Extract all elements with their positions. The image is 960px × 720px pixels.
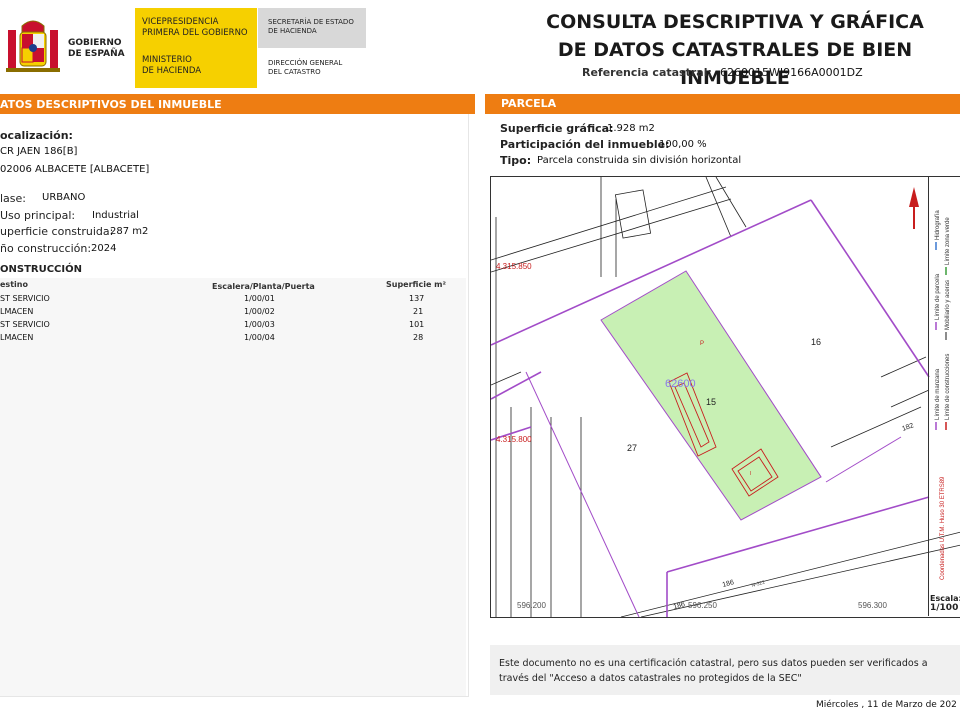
cell-destino: LMACEN: [0, 307, 34, 316]
uso-principal-value: Industrial: [92, 210, 139, 221]
ministerio-text: MINISTERIO DE HACIENDA: [142, 55, 202, 76]
document-date: Miércoles , 11 de Marzo de 202: [816, 700, 957, 710]
cell-escalera: 1/00/02: [244, 307, 275, 316]
cell-destino: LMACEN: [0, 333, 34, 342]
col-escalera: Escalera/Planta/Puerta: [212, 282, 315, 291]
map-legend: Hidrografía Límite zona verde Límite de …: [930, 180, 958, 590]
parcel-27-label: 27: [627, 443, 637, 453]
parcela-title: PARCELA: [501, 97, 557, 110]
cell-escalera: 1/00/03: [244, 320, 275, 329]
legend-coordenadas: Coordenadas U.T.M. Huso 30 ETRS89: [940, 476, 946, 580]
construccion-table: estino Escalera/Planta/Puerta Superficie…: [0, 278, 466, 696]
coord-x2: 596.250: [688, 601, 717, 610]
parcel-16-label: 16: [811, 337, 821, 347]
datos-descriptivos-title: ATOS DESCRIPTIVOS DEL INMUEBLE: [0, 98, 222, 111]
coord-y1: 4.315.850: [496, 262, 532, 271]
parcela-header: PARCELA: [485, 94, 960, 114]
street-number-186b: 186: [673, 601, 686, 611]
title-line-2: DE DATOS CATASTRALES DE BIEN INMUEBLE: [557, 39, 913, 89]
anio-construccion-value: 2024: [91, 243, 117, 254]
legend-limite-construcciones: Límite de construcciones: [945, 354, 951, 420]
legend-zona-verde: Límite zona verde: [945, 217, 951, 265]
label-p: P: [700, 341, 704, 347]
gobierno-espana-text: GOBIERNO DE ESPAÑA: [68, 38, 125, 59]
cell-superficie: 21: [413, 307, 424, 316]
legend-mobiliario: Mobiliario y aceras: [945, 280, 951, 330]
vicepresidencia-text: VICEPRESIDENCIA PRIMERA DEL GOBIERNO: [142, 17, 248, 38]
coat-of-arms-logo: [4, 12, 62, 78]
cell-escalera: 1/00/01: [244, 294, 275, 303]
legend-separator: [928, 176, 929, 616]
cell-escalera: 1/00/04: [244, 333, 275, 342]
cell-superficie: 28: [413, 333, 424, 342]
tipo-label: Tipo:: [500, 154, 532, 167]
street-number-182: 182: [901, 422, 914, 433]
participacion-label: Participación del inmueble:: [500, 138, 670, 151]
map-scale: Escala: 1/100: [930, 594, 960, 613]
superficie-construida-label: uperficie construida:: [0, 225, 114, 238]
coord-x1: 596.200: [517, 601, 546, 610]
ref-catastral-value: 6260015WJ9166A0001DZ: [720, 66, 863, 79]
datos-descriptivos-header: ATOS DESCRIPTIVOS DEL INMUEBLE: [0, 94, 475, 114]
label-nsv: N-322: [751, 580, 766, 589]
legend-limite-manzana: Límite de manzana: [935, 368, 941, 420]
direccion-general-text: DIRECCIÓN GENERAL DEL CATASTRO: [268, 59, 343, 76]
notice-box: Este documento no es una certificación c…: [490, 645, 960, 695]
uso-principal-label: Uso principal:: [0, 209, 76, 222]
superficie-grafica-label: Superficie gráfica:: [500, 122, 614, 135]
localizacion-label: ocalización:: [0, 129, 73, 142]
tipo-value: Parcela construida sin división horizont…: [537, 155, 742, 166]
participacion-value: 100,00 %: [659, 139, 707, 150]
secretaria-text: SECRETARÍA DE ESTADO DE HACIENDA: [268, 18, 354, 35]
cell-superficie: 137: [409, 294, 425, 303]
col-destino: estino: [0, 280, 28, 289]
address-line-2: 02006 ALBACETE [ALBACETE]: [0, 164, 150, 175]
anio-construccion-label: ño construcción:: [0, 242, 92, 255]
coord-y2: 4.315.800: [496, 435, 532, 444]
ref-catastral-label: Referencia catastral:: [582, 66, 712, 79]
scale-label: Escala:: [930, 594, 960, 603]
notice-text: Este documento no es una certificación c…: [499, 658, 928, 684]
col-superficie: Superficie m²: [386, 280, 447, 289]
legend-limite-parcela: Límite de parcela: [935, 273, 941, 320]
cell-destino: ST SERVICIO: [0, 294, 50, 303]
legend-hidrografia: Hidrografía: [935, 210, 941, 240]
title-line-1: CONSULTA DESCRIPTIVA Y GRÁFICA: [546, 11, 924, 33]
parcel-15-label: 15: [706, 397, 716, 407]
address-line-1: CR JAEN 186[B]: [0, 146, 78, 157]
parcel-code-label: 62600: [665, 378, 696, 390]
cell-superficie: 101: [409, 320, 425, 329]
scale-value: 1/100: [930, 603, 959, 613]
superficie-grafica-value: 1.928 m2: [607, 123, 655, 134]
cell-destino: ST SERVICIO: [0, 320, 50, 329]
street-number-186: 186: [722, 579, 735, 589]
coord-x3: 596.300: [858, 601, 887, 610]
construccion-title: ONSTRUCCIÓN: [0, 264, 82, 275]
clase-label: lase:: [0, 192, 27, 205]
clase-value: URBANO: [42, 192, 86, 203]
page-title: CONSULTA DESCRIPTIVA Y GRÁFICA DE DATOS …: [520, 8, 950, 92]
superficie-construida-value: 287 m2: [110, 226, 149, 237]
label-i: I: [750, 471, 751, 477]
cadastral-map[interactable]: 4.315.850 4.315.800 596.200 596.250 596.…: [490, 176, 960, 618]
